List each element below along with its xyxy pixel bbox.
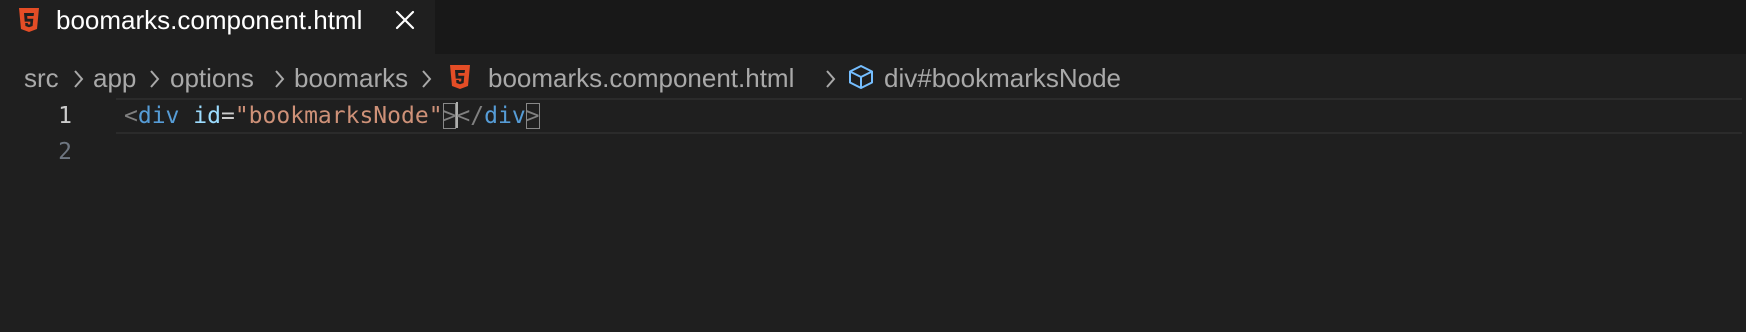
editor-tab[interactable]: boomarks.component.html	[0, 0, 435, 54]
breadcrumb-item-boomarks[interactable]: boomarks	[294, 62, 408, 94]
breadcrumb-item-symbol[interactable]: div#bookmarksNode	[884, 62, 1121, 94]
tab-bar: boomarks.component.html	[0, 0, 1746, 54]
line-number: 1	[58, 103, 72, 129]
code-token-string: "bookmarksNode"	[234, 103, 443, 129]
html5-file-icon	[18, 7, 40, 33]
code-editor[interactable]: 1 2 <div id="bookmarksNode"></div>	[0, 98, 1746, 332]
html5-file-icon	[449, 64, 471, 95]
code-line[interactable]: <div id="bookmarksNode"></div>	[124, 98, 540, 134]
code-token-equals: =	[220, 103, 235, 129]
code-token-punctuation: <	[456, 103, 471, 129]
tab-label: boomarks.component.html	[56, 5, 363, 35]
code-token-punctuation: <	[124, 103, 138, 129]
code-token-bracket-match: >	[525, 103, 540, 129]
chevron-right-icon	[148, 69, 160, 89]
code-token-attribute: id	[193, 103, 221, 129]
chevron-right-icon	[824, 69, 836, 89]
code-token-tag: div	[484, 103, 526, 129]
code-token-punctuation: /	[470, 103, 485, 129]
breadcrumb-item-file[interactable]: boomarks.component.html	[488, 62, 794, 94]
close-icon[interactable]	[394, 9, 416, 31]
cube-symbol-icon	[847, 63, 875, 96]
breadcrumb-item-options[interactable]: options	[170, 62, 254, 94]
chevron-right-icon	[273, 69, 285, 89]
code-token-bracket-match: >	[442, 103, 457, 129]
line-number: 2	[58, 139, 72, 165]
breadcrumb: src app options boomarks boomarks.compon…	[0, 54, 1746, 98]
chevron-right-icon	[420, 69, 432, 89]
breadcrumb-item-src[interactable]: src	[24, 62, 59, 94]
chevron-right-icon	[72, 69, 84, 89]
code-token-tag: div	[137, 103, 180, 129]
breadcrumb-item-app[interactable]: app	[93, 62, 136, 94]
